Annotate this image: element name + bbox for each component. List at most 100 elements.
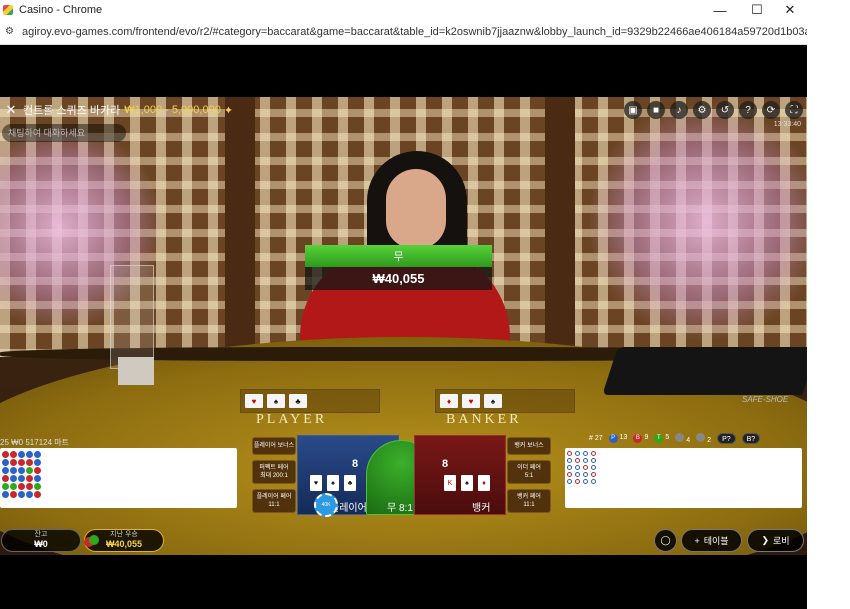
card: ♥ — [310, 475, 322, 491]
lobby-arrow-icon: ❯ — [761, 535, 769, 545]
road-bead — [567, 458, 572, 463]
chat-bubble-icon: ◯ — [660, 535, 671, 545]
road-bead — [10, 459, 17, 466]
road-bead — [575, 479, 580, 484]
balance-value: ₩0 — [34, 539, 48, 549]
close-window-button[interactable]: ✕ — [773, 0, 807, 20]
road-bead — [10, 483, 17, 490]
road-bead — [591, 465, 596, 470]
chat-toggle-button[interactable]: ◯ — [654, 529, 677, 552]
road-bead — [34, 475, 41, 482]
road-bead — [591, 479, 596, 484]
road-bead — [567, 479, 572, 484]
chrome-icon — [3, 5, 13, 15]
minimize-button[interactable]: — — [703, 0, 737, 20]
banker-table-label: BANKER — [446, 412, 522, 427]
top-toolbar: ▣ ■ ♪ ⚙ ↺ ? ⟳ ⛶ — [624, 101, 803, 119]
bet-limit[interactable]: ₩1,000 - 5,000,000 — [124, 104, 221, 116]
road-bead — [26, 483, 33, 490]
road-bead — [26, 459, 33, 466]
big-road-board[interactable] — [565, 448, 802, 508]
road-bead — [10, 451, 17, 458]
road-bead — [2, 467, 9, 474]
card: ♥ — [462, 394, 480, 408]
site-settings-icon[interactable]: ⚙ — [5, 27, 14, 37]
card: ♥ — [245, 394, 263, 408]
player-bonus-label: 플레이어 보너스 — [253, 443, 295, 449]
road-bead — [583, 451, 588, 456]
result-label: 무 — [305, 245, 492, 267]
last-win-value: ₩40,055 — [105, 539, 143, 549]
discard-cards — [118, 357, 154, 385]
bead-road-board[interactable] — [0, 448, 237, 508]
road-bead — [34, 483, 41, 490]
road-bead — [26, 491, 33, 498]
perfect-pair-label: 퍼펙트 페어 — [259, 465, 289, 471]
player-total: 8 — [352, 458, 359, 470]
road-bead — [2, 459, 9, 466]
road-bead — [567, 472, 572, 477]
total-rounds: # 27 — [589, 435, 603, 442]
sound-icon[interactable]: ♪ — [670, 101, 688, 119]
layout-icon[interactable]: ▣ — [624, 101, 642, 119]
player-table-label: PLAYER — [256, 412, 328, 427]
window-title: Casino - Chrome — [19, 4, 103, 16]
lobby-button[interactable]: ❯ 로비 — [747, 529, 804, 552]
banker-wins: B9 — [633, 434, 648, 443]
player-pair-spot[interactable]: 플레이어 페어 11:1 — [252, 489, 296, 513]
video-icon[interactable]: ■ — [647, 101, 665, 119]
road-bead — [26, 451, 33, 458]
banker-bonus-label: 뱅커 보너스 — [514, 443, 544, 449]
player-pairs: 4 — [675, 433, 690, 444]
fullscreen-icon[interactable]: ⛶ — [785, 101, 803, 119]
favorite-icon[interactable]: ✦ — [224, 104, 233, 117]
road-bead — [34, 459, 41, 466]
banker-bonus-spot[interactable]: 뱅커 보너스 — [507, 437, 551, 455]
player-bonus-spot[interactable]: 플레이어 보너스 — [252, 437, 296, 455]
road-bead — [34, 467, 41, 474]
close-icon[interactable]: ✕ — [3, 102, 19, 118]
road-bead — [18, 491, 25, 498]
browser-window: Casino - Chrome — ☐ ✕ ⚙ agiroy.evo-games… — [0, 0, 807, 609]
road-bead — [26, 475, 33, 482]
player-pair-payout: 11:1 — [268, 502, 280, 508]
road-bead — [2, 475, 9, 482]
road-bead — [2, 451, 9, 458]
road-bead — [18, 451, 25, 458]
road-bead — [583, 472, 588, 477]
tie-spot-label: 무 8:1 — [387, 503, 413, 514]
maximize-button[interactable]: ☐ — [740, 0, 774, 20]
either-pair-spot[interactable]: 이더 페어 5:1 — [507, 460, 551, 484]
road-bead — [575, 465, 580, 470]
settings-icon[interactable]: ⚙ — [693, 101, 711, 119]
perfect-pair-spot[interactable]: 퍼펙트 페어 최대 200:1 — [252, 460, 296, 484]
road-bead — [591, 451, 596, 456]
tables-button[interactable]: + 테이블 — [681, 529, 742, 552]
shoe-label: SAFE-SHOE — [742, 395, 789, 404]
banker-prediction[interactable]: B? — [741, 433, 761, 444]
player-wins: P 13 — [608, 434, 627, 443]
banker-bet-spot[interactable] — [414, 435, 506, 515]
placed-chip[interactable]: 40K — [314, 493, 338, 517]
banker-pair-spot[interactable]: 뱅커 페어 11:1 — [507, 489, 551, 513]
road-bead — [591, 458, 596, 463]
dealer-face — [386, 169, 446, 249]
clock: 13:33:40 — [773, 121, 801, 128]
chat-input[interactable]: 채팅하여 대화하세요 — [2, 124, 126, 142]
help-icon[interactable]: ? — [739, 101, 757, 119]
road-bead — [18, 467, 25, 474]
pair-dot-icon — [675, 433, 685, 442]
history-icon[interactable]: ↺ — [716, 101, 734, 119]
url-text[interactable]: agiroy.evo-games.com/frontend/evo/r2/#ca… — [22, 26, 807, 38]
address-bar[interactable]: ⚙ agiroy.evo-games.com/frontend/evo/r2/#… — [0, 20, 807, 45]
pair-dot-icon — [696, 433, 706, 442]
road-bead — [26, 467, 33, 474]
player-dot-icon: P — [608, 434, 618, 443]
road-stats: # 27 P 13 B9 T5 4 2 P? B? — [589, 433, 761, 444]
card-shoe — [602, 347, 807, 395]
refresh-icon[interactable]: ⟳ — [762, 101, 780, 119]
player-prediction[interactable]: P? — [717, 433, 736, 444]
card: ♠ — [267, 394, 285, 408]
tie-dot-icon: T — [654, 434, 664, 443]
road-bead — [10, 467, 17, 474]
